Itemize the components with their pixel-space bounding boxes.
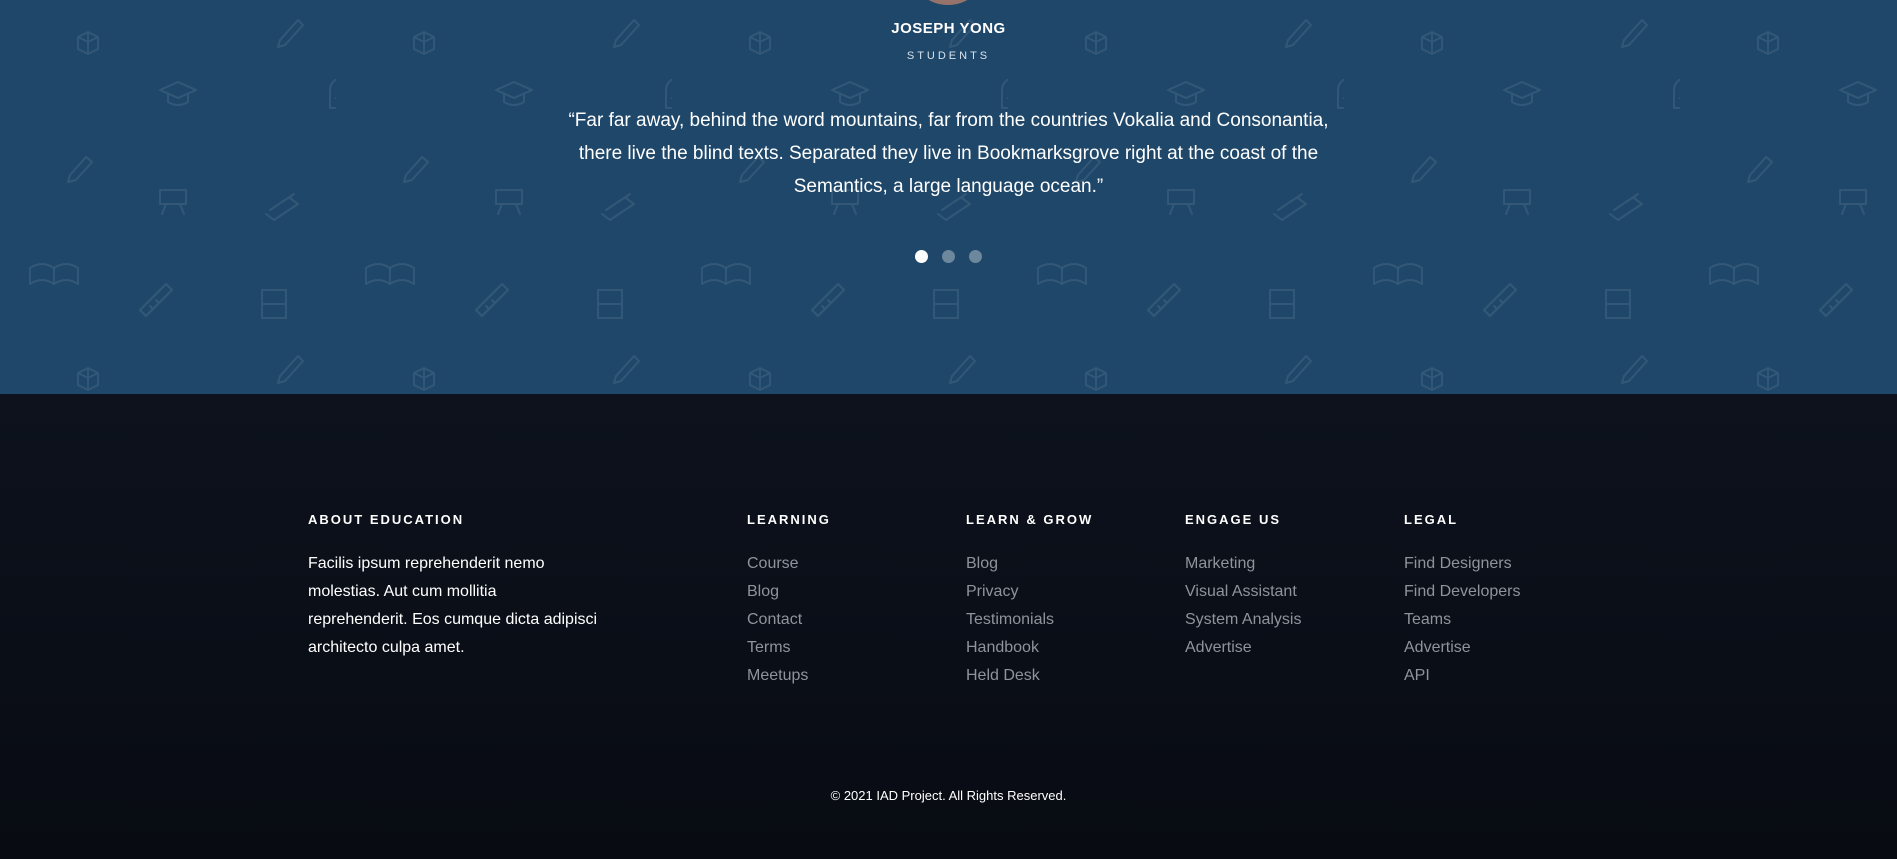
- about-line: Facilis ipsum reprehenderit nemo: [308, 555, 545, 572]
- footer-link-testimonials[interactable]: Testimonials: [966, 606, 1093, 634]
- footer-link-visual-assistant[interactable]: Visual Assistant: [1185, 578, 1301, 606]
- footer-link-terms[interactable]: Terms: [747, 634, 831, 662]
- footer-link-system-analysis[interactable]: System Analysis: [1185, 606, 1301, 634]
- footer-link-blog[interactable]: Blog: [747, 578, 831, 606]
- about-line: molestias. Aut cum mollitia: [308, 583, 497, 600]
- footer-link-advertise[interactable]: Advertise: [1404, 634, 1521, 662]
- testimonial-quote: “Far far away, behind the word mountains…: [568, 104, 1329, 203]
- footer-col-title: ENGAGE US: [1185, 512, 1282, 527]
- footer-link-handbook[interactable]: Handbook: [966, 634, 1093, 662]
- footer-link-find-designers[interactable]: Find Designers: [1404, 550, 1521, 578]
- footer-link-find-developers[interactable]: Find Developers: [1404, 578, 1521, 606]
- footer-col-title: LEARNING: [747, 512, 831, 527]
- quote-line: “Far far away, behind the word mountains…: [568, 110, 1329, 131]
- testimonial-role: STUDENTS: [906, 50, 991, 62]
- footer-link-marketing[interactable]: Marketing: [1185, 550, 1301, 578]
- footer-link-teams[interactable]: Teams: [1404, 606, 1521, 634]
- about-line: architecto culpa amet.: [308, 639, 465, 656]
- footer: ABOUT EDUCATION Facilis ipsum reprehende…: [0, 394, 1897, 859]
- footer-col-learn-grow: LEARN & GROW Blog Privacy Testimonials H…: [966, 512, 1093, 690]
- page: JOSEPH YONG STUDENTS “Far far away, behi…: [0, 0, 1897, 859]
- testimonial-section: JOSEPH YONG STUDENTS “Far far away, behi…: [0, 0, 1897, 394]
- carousel-dots: [0, 250, 1897, 263]
- carousel-dot-3[interactable]: [969, 250, 982, 263]
- footer-link-advertise[interactable]: Advertise: [1185, 634, 1301, 662]
- footer-link-contact[interactable]: Contact: [747, 606, 831, 634]
- footer-link-course[interactable]: Course: [747, 550, 831, 578]
- footer-col-learning: LEARNING Course Blog Contact Terms Meetu…: [747, 512, 831, 690]
- footer-col-engage-us: ENGAGE US Marketing Visual Assistant Sys…: [1185, 512, 1301, 662]
- footer-col-legal: LEGAL Find Designers Find Developers Tea…: [1404, 512, 1521, 690]
- carousel-dot-1[interactable]: [915, 250, 928, 263]
- footer-link-held-desk[interactable]: Held Desk: [966, 662, 1093, 690]
- copyright: © 2021 IAD Project. All Rights Reserved.: [830, 788, 1067, 803]
- footer-about: ABOUT EDUCATION Facilis ipsum reprehende…: [308, 512, 608, 662]
- footer-col-title: LEARN & GROW: [966, 512, 1094, 527]
- quote-line: Semantics, a large language ocean.”: [793, 176, 1104, 197]
- testimonial-name: JOSEPH YONG: [891, 20, 1006, 37]
- quote-line: there live the blind texts. Separated th…: [578, 143, 1319, 164]
- footer-about-title: ABOUT EDUCATION: [308, 512, 465, 527]
- footer-link-blog[interactable]: Blog: [966, 550, 1093, 578]
- carousel-dot-2[interactable]: [942, 250, 955, 263]
- footer-col-title: LEGAL: [1404, 512, 1459, 527]
- footer-link-privacy[interactable]: Privacy: [966, 578, 1093, 606]
- footer-about-text: Facilis ipsum reprehenderit nemo molesti…: [308, 550, 608, 662]
- footer-link-meetups[interactable]: Meetups: [747, 662, 831, 690]
- footer-link-api[interactable]: API: [1404, 662, 1521, 690]
- about-line: reprehenderit. Eos cumque dicta adipisci: [308, 611, 598, 628]
